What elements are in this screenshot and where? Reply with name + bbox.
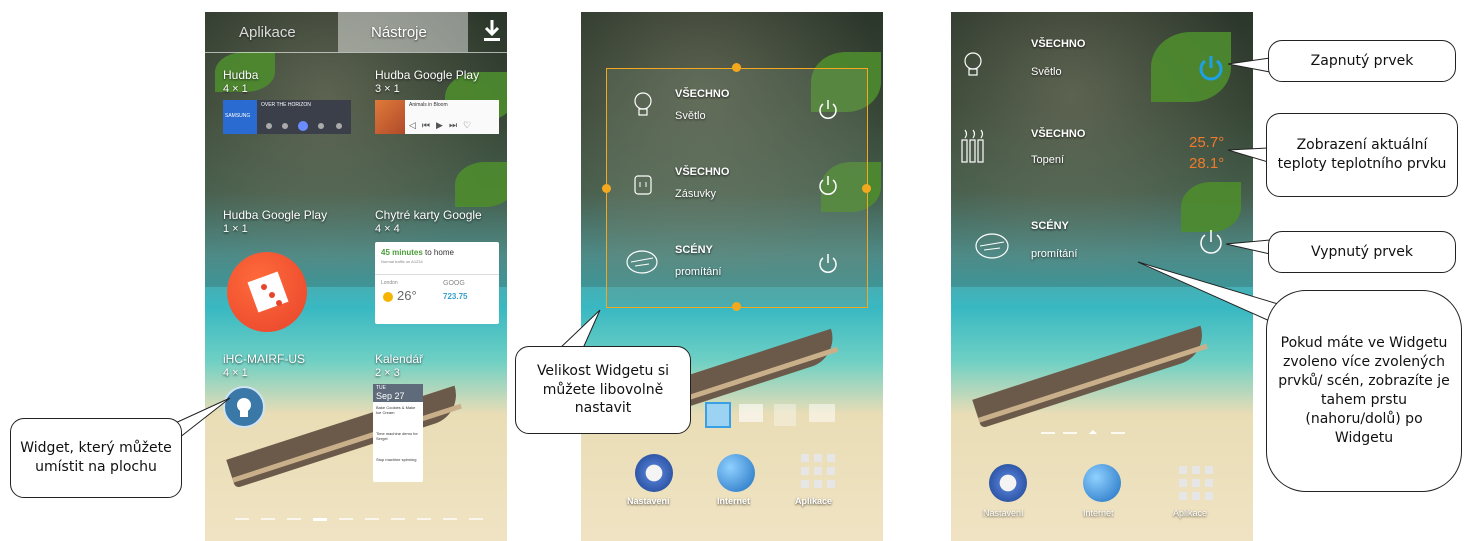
callout-pointers — [159, 57, 1279, 446]
callout-widget-placement: Widget, který můžete umístit na plochu — [10, 418, 182, 498]
callout-widget-size: Velikost Widgetu si můžete libovolně nas… — [515, 346, 691, 434]
callout-power-off: Vypnutý prvek — [1268, 231, 1456, 273]
callout-swipe-hint: Pokud máte ve Widgetu zvoleno více zvole… — [1266, 290, 1462, 492]
callout-temperature: Zobrazení aktuální teploty teplotního pr… — [1266, 113, 1458, 197]
callout-power-on: Zapnutý prvek — [1268, 40, 1456, 82]
